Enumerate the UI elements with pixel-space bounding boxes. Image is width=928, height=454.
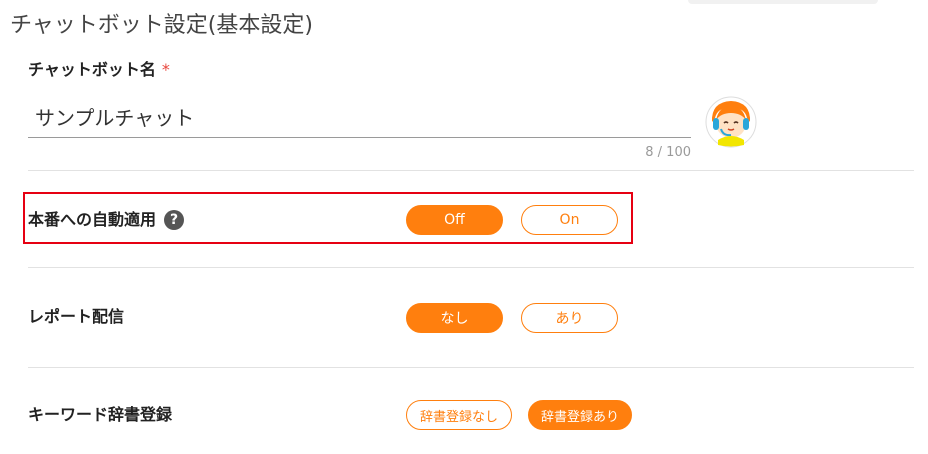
page-title: チャットボット設定(基本設定) bbox=[10, 13, 313, 38]
character-counter: 8 / 100 bbox=[645, 145, 691, 160]
report-label: レポート配信 bbox=[28, 307, 125, 326]
chatbot-name-input[interactable] bbox=[28, 96, 691, 138]
required-mark: * bbox=[161, 60, 170, 79]
dictionary-yes-button[interactable]: 辞書登録あり bbox=[528, 400, 632, 430]
section-divider bbox=[28, 170, 914, 171]
keyword-dictionary-label: キーワード辞書登録 bbox=[28, 405, 173, 424]
section-divider bbox=[28, 267, 914, 268]
report-yes-button[interactable]: あり bbox=[521, 303, 618, 333]
auto-apply-label-text: 本番への自動適用 bbox=[28, 210, 157, 229]
section-divider bbox=[28, 367, 914, 368]
report-none-button[interactable]: なし bbox=[406, 303, 503, 333]
chatbot-name-label: チャットボット名 * bbox=[28, 58, 170, 82]
chatbot-avatar[interactable] bbox=[705, 96, 757, 148]
chatbot-name-label-text: チャットボット名 bbox=[28, 60, 156, 79]
auto-apply-label: 本番への自動適用 ? bbox=[28, 208, 185, 232]
auto-apply-off-button[interactable]: Off bbox=[406, 205, 503, 235]
auto-apply-on-button[interactable]: On bbox=[521, 205, 618, 235]
avatar-image bbox=[705, 96, 757, 148]
question-circle-icon[interactable]: ? bbox=[164, 210, 185, 230]
top-panel-edge bbox=[688, 0, 878, 4]
dictionary-none-button[interactable]: 辞書登録なし bbox=[406, 400, 512, 430]
